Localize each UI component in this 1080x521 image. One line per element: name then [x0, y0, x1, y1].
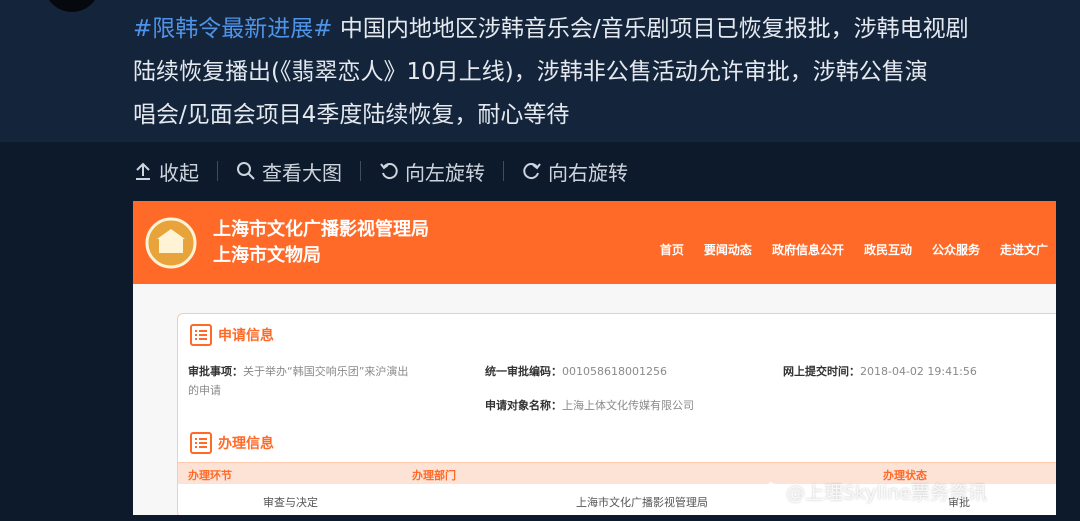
list-icon	[190, 324, 212, 346]
code-value: 001058618001256	[562, 365, 667, 378]
approval-item-label: 审批事项：	[188, 365, 243, 378]
approval-item-field: 审批事项：关于举办“韩国交响乐团”来沪演出 的申请	[188, 362, 468, 400]
site-title-line-2: 上海市文物局	[213, 245, 321, 266]
collapse-label: 收起	[159, 160, 199, 185]
nav-item-news[interactable]: 要闻动态	[704, 241, 752, 258]
arrow-up-icon	[136, 162, 150, 180]
list-icon	[190, 432, 212, 454]
collapse-button[interactable]: 收起	[133, 157, 199, 186]
rotate-left-label: 向左旋转	[405, 160, 485, 185]
rotate-right-button[interactable]: 向右旋转	[522, 157, 628, 186]
post-line-1-text: 中国内地地区涉韩音乐会/音乐剧项目已恢复报批，涉韩电视剧	[332, 16, 969, 42]
hashtag-link[interactable]: #限韩令最新进展#	[133, 16, 333, 42]
submit-time-field: 网上提交时间：2018-04-02 19:41:56	[783, 362, 977, 381]
rotate-left-button[interactable]: 向左旋转	[379, 157, 485, 186]
toolbar-divider	[503, 161, 504, 181]
applicant-field: 申请对象名称：上海上体文化传媒有限公司	[485, 396, 694, 415]
submit-time-label: 网上提交时间：	[783, 365, 860, 378]
section-processing-info: 办理信息	[190, 432, 274, 454]
image-toolbar: 收起 查看大图 向左旋转 向右旋转	[133, 156, 628, 186]
watermark-text: @上理Skyline票务资讯	[786, 482, 987, 504]
approval-item-value: 关于举办“韩国交响乐团”来沪演出	[243, 365, 409, 378]
nav-item-home[interactable]: 首页	[660, 241, 684, 258]
nav-item-interaction[interactable]: 政民互动	[864, 241, 912, 258]
weibo-watermark: @上理Skyline票务资讯	[748, 478, 987, 505]
site-header: 上海市文化广播影视管理局 上海市文物局 首页 要闻动态 政府信息公开 政民互动 …	[133, 201, 1056, 284]
site-title-line-1: 上海市文化广播影视管理局	[213, 219, 429, 240]
table-cell-dept: 上海市文化广播影视管理局	[576, 496, 708, 509]
post-text: #限韩令最新进展# 中国内地地区涉韩音乐会/音乐剧项目已恢复报批，涉韩电视剧 陆…	[133, 8, 1068, 137]
code-field: 统一审批编码：001058618001256	[485, 362, 667, 381]
toolbar-divider	[360, 161, 361, 181]
section-application-info: 申请信息	[190, 324, 274, 346]
view-large-label: 查看大图	[262, 160, 342, 185]
site-nav: 首页 要闻动态 政府信息公开 政民互动 公众服务 走进文广	[640, 241, 1048, 258]
code-label: 统一审批编码：	[485, 365, 562, 378]
column-header-dept: 办理部门	[412, 469, 456, 482]
section-title: 办理信息	[218, 436, 274, 452]
rotate-right-label: 向右旋转	[548, 160, 628, 185]
toolbar-divider	[217, 161, 218, 181]
nav-item-gov-info[interactable]: 政府信息公开	[772, 241, 844, 258]
applicant-value: 上海上体文化传媒有限公司	[562, 399, 694, 412]
post-line-1: #限韩令最新进展# 中国内地地区涉韩音乐会/音乐剧项目已恢复报批，涉韩电视剧	[133, 8, 1068, 51]
post-line-2: 陆续恢复播出(《翡翠恋人》10月上线)，涉韩非公售活动允许审批，涉韩公售演	[133, 59, 928, 85]
attached-image[interactable]: 上海市文化广播影视管理局 上海市文物局 首页 要闻动态 政府信息公开 政民互动 …	[133, 201, 1056, 515]
table-cell-step: 审查与决定	[263, 496, 318, 509]
nav-item-about[interactable]: 走进文广	[1000, 241, 1048, 258]
submit-time-value: 2018-04-02 19:41:56	[860, 365, 977, 378]
site-title: 上海市文化广播影视管理局 上海市文物局	[213, 217, 429, 269]
section-title: 申请信息	[218, 328, 274, 344]
column-header-step: 办理环节	[188, 469, 232, 482]
search-icon	[237, 162, 255, 180]
rotate-right-icon	[523, 163, 541, 180]
government-emblem-icon	[145, 217, 197, 269]
weibo-logo-icon	[749, 481, 778, 504]
view-large-button[interactable]: 查看大图	[236, 157, 342, 186]
applicant-label: 申请对象名称：	[485, 399, 562, 412]
post-line-3: 唱会/见面会项目4季度陆续恢复，耐心等待	[133, 102, 570, 128]
rotate-left-icon	[380, 163, 398, 180]
approval-item-value-cont: 的申请	[188, 384, 221, 397]
nav-item-services[interactable]: 公众服务	[932, 241, 980, 258]
